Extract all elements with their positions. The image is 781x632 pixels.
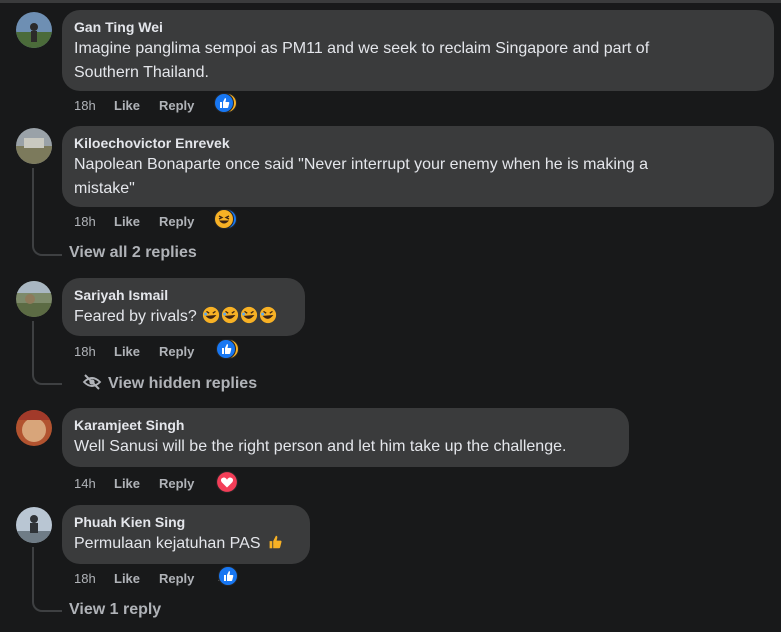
- comment-timestamp[interactable]: 18h: [74, 212, 96, 232]
- like-button[interactable]: Like: [114, 474, 140, 494]
- like-button[interactable]: Like: [114, 342, 140, 362]
- commenter-name[interactable]: Gan Ting Wei: [74, 18, 762, 37]
- comment-text-line: Southern Thailand.: [74, 64, 209, 81]
- like-icon: [214, 93, 234, 113]
- avatar[interactable]: [16, 410, 52, 446]
- comment-timestamp[interactable]: 18h: [74, 96, 96, 116]
- avatar[interactable]: [16, 128, 52, 164]
- avatar[interactable]: [16, 12, 52, 48]
- comment-timestamp[interactable]: 18h: [74, 342, 96, 362]
- like-button[interactable]: Like: [114, 96, 140, 116]
- comment-timestamp[interactable]: 14h: [74, 474, 96, 494]
- comment-bubble: Gan Ting Wei Imagine panglima sempoi as …: [62, 10, 774, 91]
- comment-text-line: Imagine panglima sempoi as PM11 and we s…: [74, 40, 650, 57]
- comment-timestamp[interactable]: 18h: [74, 569, 96, 589]
- commenter-name[interactable]: Kiloechovictor Enrevek: [74, 134, 762, 153]
- comment-bubble: Sariyah Ismail Feared by rivals?: [62, 278, 305, 336]
- reply-thread-line: [32, 321, 62, 385]
- reply-thread-line: [32, 547, 62, 612]
- rofl-icon: [221, 306, 239, 332]
- love-icon: [216, 471, 238, 493]
- comment-bubble: Phuah Kien Sing Permulaan kejatuhan PAS: [62, 505, 310, 564]
- comment-actions: 18h Like Reply 22: [74, 566, 374, 589]
- reply-thread-line: [32, 168, 62, 256]
- view-replies-link[interactable]: View all 2 replies: [69, 242, 197, 264]
- comment-actions: 18h Like Reply 21: [74, 93, 374, 116]
- comment-actions: 14h Like Reply: [74, 471, 374, 494]
- reply-button[interactable]: Reply: [159, 474, 194, 494]
- reply-button[interactable]: Reply: [159, 342, 194, 362]
- reply-button[interactable]: Reply: [159, 569, 194, 589]
- comment-actions: 18h Like Reply 47: [74, 209, 374, 232]
- like-button[interactable]: Like: [114, 569, 140, 589]
- view-hidden-replies-link[interactable]: View hidden replies: [82, 373, 257, 398]
- hidden-eye-icon: [82, 373, 102, 398]
- rofl-icon: [202, 306, 220, 332]
- avatar[interactable]: [16, 281, 52, 317]
- commenter-name[interactable]: Sariyah Ismail: [74, 286, 293, 305]
- comment-text-line: Napolean Bonaparte once said "Never inte…: [74, 156, 649, 173]
- commenter-name[interactable]: Karamjeet Singh: [74, 416, 617, 435]
- comment-bubble: Kiloechovictor Enrevek Napolean Bonapart…: [62, 126, 774, 207]
- comment-text: Feared by rivals?: [74, 308, 197, 325]
- like-button[interactable]: Like: [114, 212, 140, 232]
- comment-bubble: Karamjeet Singh Well Sanusi will be the …: [62, 408, 629, 467]
- like-icon: [218, 566, 238, 586]
- view-replies-link[interactable]: View 1 reply: [69, 599, 161, 621]
- like-icon: [216, 339, 236, 359]
- rofl-icon: [240, 306, 258, 332]
- avatar[interactable]: [16, 507, 52, 543]
- comment-text-line: Permulaan kejatuhan PAS: [74, 532, 298, 559]
- reply-button[interactable]: Reply: [159, 212, 194, 232]
- view-hidden-replies-label: View hidden replies: [108, 375, 258, 392]
- thumbs-up-emoji: [266, 533, 284, 559]
- comment-text: Permulaan kejatuhan PAS: [74, 535, 261, 552]
- comment-actions: 18h Like Reply 14: [74, 339, 374, 362]
- comment-text-line: Well Sanusi will be the right person and…: [74, 438, 567, 455]
- haha-icon: [214, 209, 234, 229]
- comment-text-line: Feared by rivals?: [74, 305, 293, 332]
- comment-text-line: mistake": [74, 180, 135, 197]
- reply-button[interactable]: Reply: [159, 96, 194, 116]
- commenter-name[interactable]: Phuah Kien Sing: [74, 513, 298, 532]
- rofl-icon: [259, 306, 277, 332]
- top-divider: [0, 0, 781, 3]
